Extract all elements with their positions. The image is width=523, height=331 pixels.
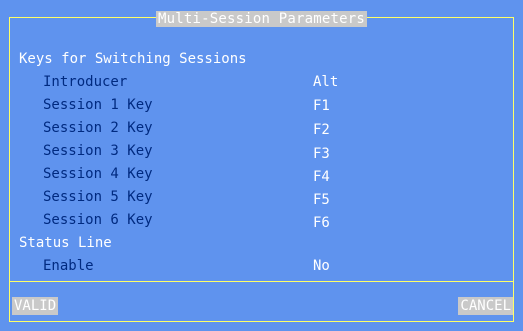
label-session-3-key: Session 3 Key	[43, 143, 153, 159]
value-session-2-key[interactable]: F2	[313, 122, 330, 138]
value-session-4-key[interactable]: F4	[313, 169, 330, 185]
section-heading-status-line: Status Line	[19, 235, 112, 251]
value-enable[interactable]: No	[313, 258, 330, 274]
value-session-5-key[interactable]: F5	[313, 192, 330, 208]
button-divider	[9, 281, 514, 282]
label-session-1-key: Session 1 Key	[43, 97, 153, 113]
value-session-3-key[interactable]: F3	[313, 146, 330, 162]
label-introducer: Introducer	[43, 74, 128, 90]
value-session-6-key[interactable]: F6	[313, 215, 330, 231]
valid-button[interactable]: VALID	[12, 297, 59, 315]
label-session-2-key: Session 2 Key	[43, 120, 153, 136]
terminal-screen: Multi-Session Parameters Keys for Switch…	[0, 0, 523, 331]
value-introducer[interactable]: Alt	[313, 74, 338, 90]
cancel-button[interactable]: CANCEL	[458, 297, 513, 315]
value-session-1-key[interactable]: F1	[313, 98, 330, 114]
label-session-6-key: Session 6 Key	[43, 212, 153, 228]
section-heading-switching-keys: Keys for Switching Sessions	[19, 51, 247, 67]
label-enable: Enable	[43, 258, 94, 274]
label-session-5-key: Session 5 Key	[43, 189, 153, 205]
label-session-4-key: Session 4 Key	[43, 166, 153, 182]
